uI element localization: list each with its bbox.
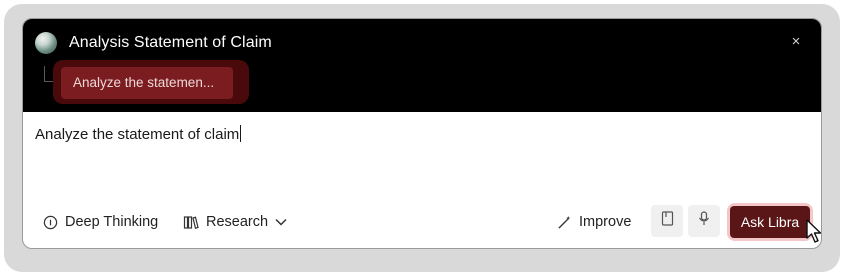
ask-libra-button[interactable]: Ask Libra	[730, 206, 810, 238]
prompt-chip[interactable]: Analyze the statemen...	[61, 67, 233, 99]
ask-panel: Analysis Statement of Claim × Analyze th…	[22, 18, 822, 249]
deep-thinking-toggle[interactable]: Deep Thinking	[43, 212, 158, 232]
prompt-input[interactable]: Analyze the statement of claim	[35, 125, 242, 143]
document-icon	[661, 211, 674, 231]
avatar	[35, 32, 57, 54]
thread-connector	[44, 66, 53, 82]
prompt-input-text: Analyze the statement of claim	[35, 126, 240, 143]
microphone-icon	[698, 211, 710, 231]
research-label: Research	[206, 214, 269, 230]
research-dropdown[interactable]: Research	[183, 212, 287, 232]
close-icon[interactable]: ×	[789, 34, 803, 49]
panel-header: Analysis Statement of Claim × Analyze th…	[23, 19, 821, 112]
mouse-pointer-icon	[806, 219, 821, 248]
improve-label: Improve	[579, 214, 632, 230]
deep-thinking-label: Deep Thinking	[65, 214, 159, 230]
microphone-button[interactable]	[688, 205, 720, 237]
panel-title: Analysis Statement of Claim	[69, 34, 272, 51]
attach-document-button[interactable]	[651, 205, 683, 237]
magic-pen-icon	[557, 215, 572, 230]
text-caret	[240, 125, 242, 142]
chevron-down-icon	[275, 218, 287, 226]
improve-button[interactable]: Improve	[557, 212, 631, 232]
books-icon	[183, 215, 199, 230]
info-circle-icon	[43, 215, 58, 230]
